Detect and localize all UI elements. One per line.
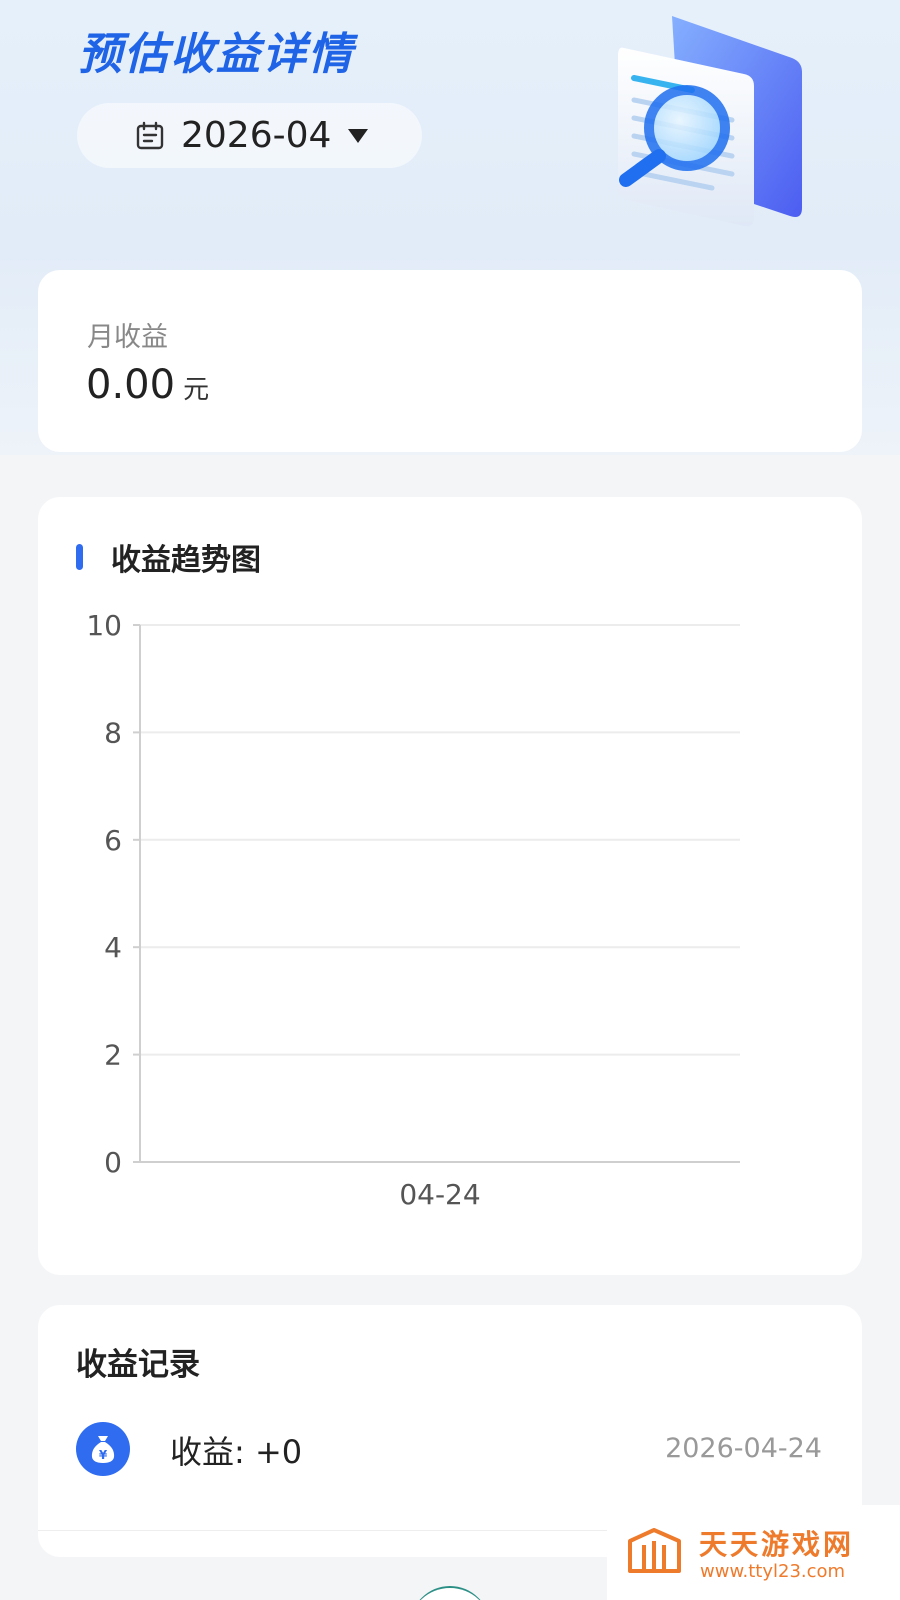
monthly-income-unit: 元 (183, 375, 210, 405)
income-trend-card: 收益趋势图 0 2 4 6 8 10 04-24 (38, 497, 862, 1275)
y-tick-label: 8 (104, 716, 122, 749)
svg-text:¥: ¥ (99, 1448, 108, 1462)
page: 预估收益详情 2026-04 月收益 0.00 元 收益趋势图 0 2 4 6 … (0, 0, 900, 1600)
watermark-logo-icon (628, 1528, 681, 1573)
bottom-nav-bump (410, 1586, 490, 1600)
y-tick-label: 0 (104, 1146, 122, 1179)
y-tick-label: 4 (104, 931, 122, 964)
y-tick-label: 10 (86, 609, 122, 642)
watermark-name: 天天游戏网 (699, 1528, 855, 1561)
document-search-illustration (618, 16, 802, 227)
record-date: 2026-04-24 (665, 1433, 822, 1464)
caret-down-icon (348, 128, 369, 143)
monthly-income-amount: 0.00 元 (86, 362, 209, 408)
money-bag-icon: ¥ (76, 1422, 130, 1476)
page-title: 预估收益详情 (78, 29, 354, 80)
x-tick-label: 04-24 (399, 1178, 480, 1211)
watermark: 天天游戏网 www.ttyl23.com (607, 1505, 900, 1600)
y-tick-label: 6 (104, 824, 122, 857)
month-value: 2026-04 (181, 115, 332, 156)
income-trend-chart: 0 2 4 6 8 10 04-24 (86, 609, 740, 1211)
watermark-url: www.ttyl23.com (700, 1561, 846, 1582)
monthly-income-card: 月收益 0.00 元 (38, 270, 862, 452)
month-picker[interactable]: 2026-04 (77, 103, 422, 168)
y-tick-label: 2 (104, 1039, 122, 1072)
record-amount: 收益: +0 (170, 1433, 303, 1471)
monthly-income-value: 0.00 (86, 362, 176, 408)
records-title: 收益记录 (76, 1347, 200, 1383)
calendar-icon (136, 121, 164, 149)
monthly-income-label: 月收益 (87, 322, 168, 353)
